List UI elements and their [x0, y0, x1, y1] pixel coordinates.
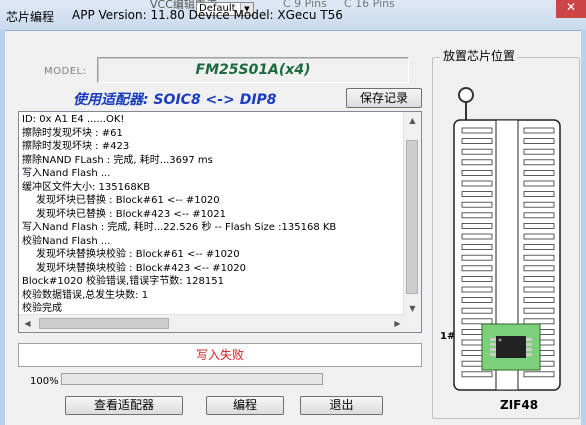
log-panel[interactable]: ID: 0x A1 E4 ......OK! 擦除时发现坏块 : #61 擦除时发现…: [18, 111, 422, 333]
socket-pin: [523, 201, 555, 208]
socket-pin: [461, 170, 493, 176]
program-button[interactable]: 编程: [206, 396, 284, 415]
progress-percent: 100%: [30, 376, 59, 387]
log-line: 写入Nand Flash : 完成, 耗时...22.526 秒 -- Flas…: [22, 222, 337, 233]
socket-pin: [523, 170, 555, 176]
socket-pin: [461, 254, 493, 261]
exit-button[interactable]: 退出: [300, 396, 383, 415]
socket-pin: [523, 148, 555, 155]
socket-pin: [461, 275, 493, 282]
log-line: 发现坏块已替换 : Block#423 <-- #1021: [36, 208, 227, 220]
socket-pin: [461, 191, 493, 197]
log-line: 缓冲区文件大小: 135168KB: [22, 181, 151, 193]
socket-pin: [523, 244, 555, 251]
scroll-thumb[interactable]: [406, 140, 418, 294]
socket-pin: [461, 244, 493, 251]
save-log-button[interactable]: 保存记录: [346, 88, 422, 108]
version-info: APP Version: 11.80 Device Model: XGecu T…: [72, 8, 343, 22]
model-value: FM25S01A(x4): [97, 57, 409, 83]
socket-pin: [461, 148, 493, 155]
log-line: 擦除时发现坏块 : #61: [22, 127, 123, 139]
window-frame-right: [581, 30, 586, 425]
socket-pin: [461, 307, 493, 314]
log-line: 校验数据错误,总发生块数: 1: [22, 289, 149, 301]
socket-pin: [523, 286, 555, 293]
socket-pin: [523, 138, 555, 144]
socket-pin: [523, 180, 555, 187]
title-extra-right: C 16 Pins: [344, 0, 395, 10]
log-line: 发现坏块替换块校验 : Block#423 <-- #1020: [36, 262, 247, 274]
zif-socket-icon: [453, 87, 561, 391]
log-line: 校验Nand Flash ...: [22, 235, 111, 247]
close-icon[interactable]: ✕: [556, 0, 586, 18]
socket-pin: [461, 233, 493, 240]
socket-pin: [461, 222, 493, 229]
socket-pin: [523, 318, 555, 325]
socket-pin: [523, 159, 555, 166]
socket-pin: [523, 233, 555, 240]
zif-socket-label: ZIF48: [500, 398, 539, 412]
log-line: 发现坏块替换块校验 : Block#61 <-- #1020: [36, 249, 240, 260]
progress-bar: [61, 373, 323, 385]
log-line: 擦除NAND FLash : 完成, 耗时...3697 ms: [22, 154, 213, 166]
socket-pin: [523, 254, 555, 261]
socket-pin: [461, 138, 493, 144]
log-line: 写入Nand Flash ...: [22, 168, 111, 179]
status-message: 写入失败: [18, 343, 422, 367]
socket-pin: [523, 191, 555, 197]
socket-pin: [461, 286, 493, 293]
scroll-thumb-horizontal[interactable]: [39, 318, 169, 329]
scroll-left-icon[interactable]: ◀: [19, 315, 36, 332]
view-adapter-button[interactable]: 查看适配器: [65, 396, 183, 415]
socket-pin: [461, 318, 493, 325]
scroll-up-icon[interactable]: ▲: [404, 112, 421, 129]
log-horizontal-scrollbar[interactable]: ◀ ▶: [19, 314, 406, 332]
socket-pin: [461, 127, 493, 134]
socket-pin: [523, 212, 555, 219]
log-line: Block#1020 校验错误,错误字节数: 128151: [22, 276, 224, 287]
socket-pin: [461, 297, 493, 304]
socket-pin: [523, 127, 555, 134]
socket-pin: [461, 201, 493, 208]
chip-placement-title: 放置芯片位置: [440, 47, 519, 64]
socket-pin: [523, 265, 555, 272]
socket-pin: [461, 265, 493, 272]
log-vertical-scrollbar[interactable]: ▲ ▼: [403, 112, 421, 317]
socket-pin: [461, 159, 493, 166]
scroll-corner: [404, 315, 421, 332]
log-line: ID: 0x A1 E4 ......OK!: [22, 114, 125, 125]
socket-pin: [461, 180, 493, 187]
progress-fill: [62, 374, 322, 384]
socket-pin: [461, 371, 493, 378]
adapter-info: 使用适配器: SOIC8 <-> DIP8: [73, 92, 277, 108]
socket-pin: [523, 307, 555, 314]
log-line: 发现坏块已替换 : Block#61 <-- #1020: [36, 195, 220, 206]
socket-pin: [523, 297, 555, 304]
model-label: MODEL:: [44, 66, 87, 77]
socket-pin: [523, 222, 555, 229]
socket-pin: [523, 371, 555, 378]
log-lines: ID: 0x A1 E4 ......OK! 擦除时发现坏块 : #61 擦除时发现…: [22, 113, 402, 316]
window-frame-left: [0, 30, 5, 425]
app-title: 芯片编程: [6, 10, 55, 24]
log-line: 擦除时发现坏块 : #423: [22, 141, 130, 152]
socket-pin: [461, 212, 493, 219]
socket-pin: [523, 275, 555, 282]
